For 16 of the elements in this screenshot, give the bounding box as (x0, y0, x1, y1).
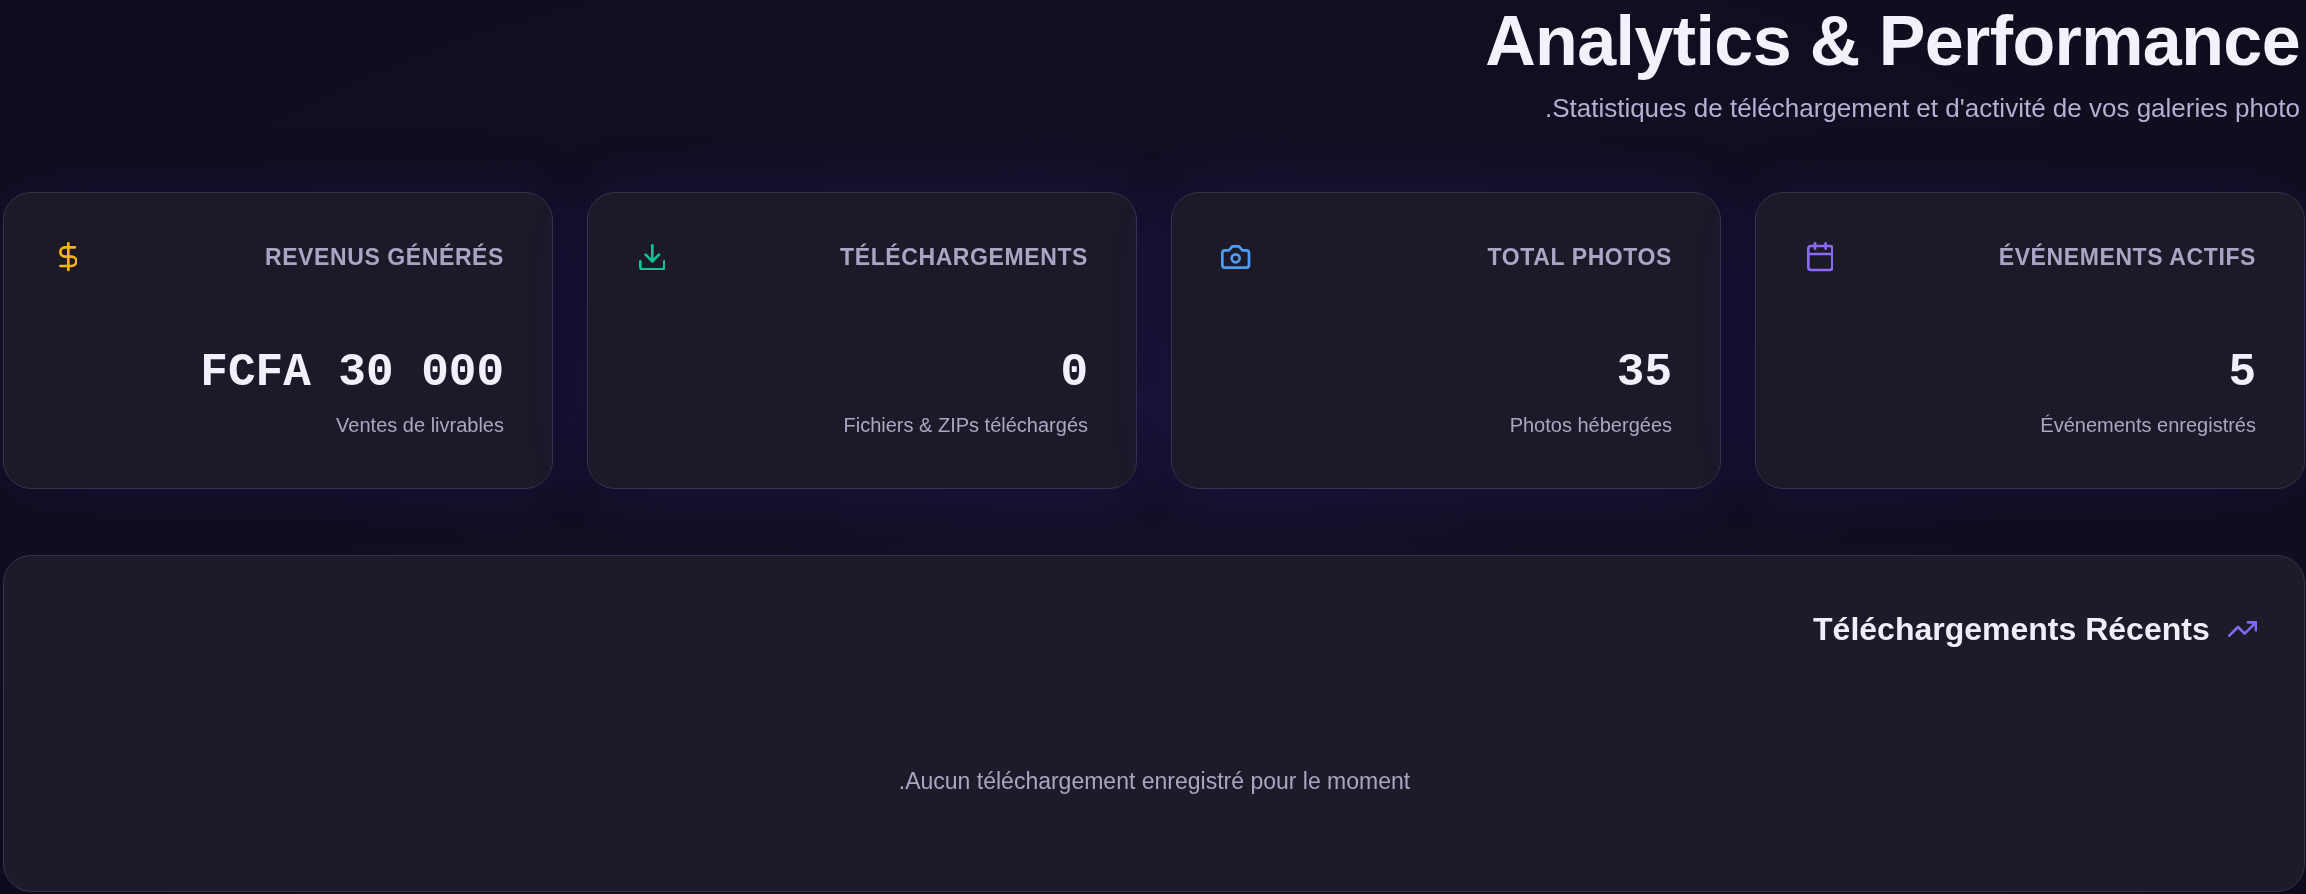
panel-title: Téléchargements Récents (1813, 610, 2210, 649)
stat-value: 0 (1060, 346, 1088, 400)
stat-label: TÉLÉCHARGEMENTS (840, 243, 1088, 271)
stat-value: FCFA 30 000 (200, 346, 504, 400)
stat-caption: Ventes de livrables (336, 413, 504, 438)
empty-message: .Aucun téléchargement enregistré pour le moment (898, 767, 1411, 796)
page-subtitle: .Statistiques de téléchargement et d'activité de vos galeries photo (1544, 93, 2300, 124)
stat-label: TOTAL PHOTOS (1487, 243, 1672, 271)
stat-label: REVENUS GÉNÉRÉS (264, 243, 504, 271)
trend-up-icon (2227, 621, 2257, 637)
stat-caption: Fichiers & ZIPs téléchargés (843, 413, 1088, 438)
stat-label: ÉVÉNEMENTS ACTIFS (1998, 243, 2256, 271)
stat-caption: Photos hébergées (1509, 413, 1672, 438)
stat-value: 5 (2228, 346, 2256, 400)
stat-value: 35 (1616, 346, 1672, 400)
stat-caption: Événements enregistrés (2040, 413, 2256, 438)
